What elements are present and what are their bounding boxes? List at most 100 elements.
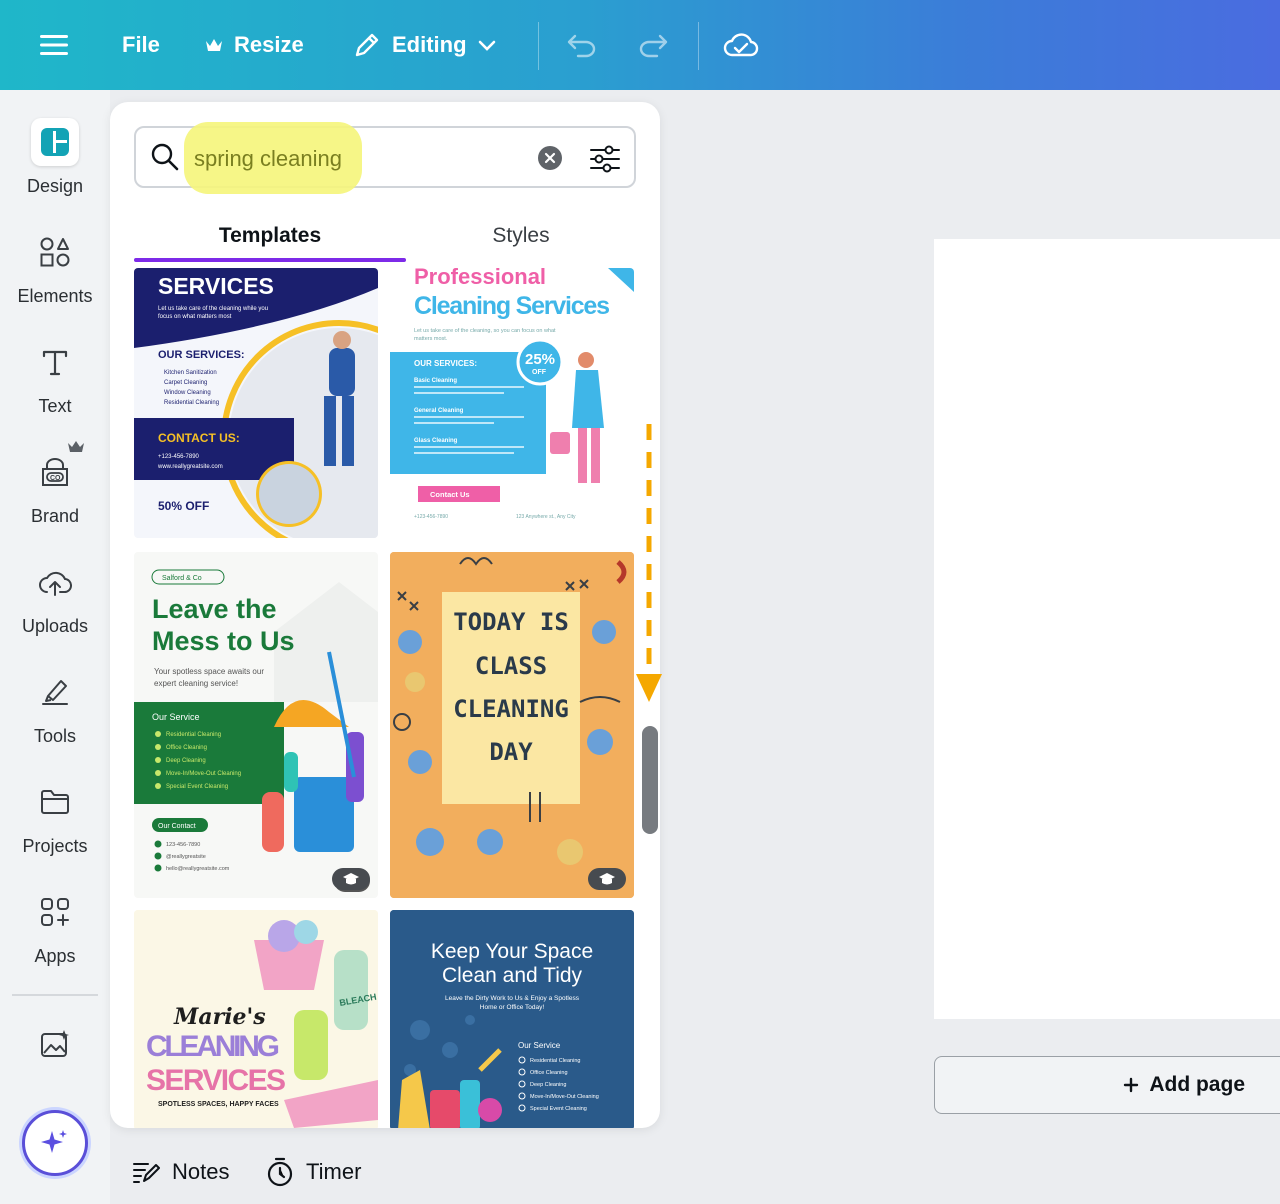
svg-text:SERVICES: SERVICES xyxy=(146,1064,286,1097)
sidebar-item-design[interactable]: Design xyxy=(0,118,110,197)
svg-text:Kitchen Sanitization: Kitchen Sanitization xyxy=(164,370,217,376)
panel-scrollbar-thumb[interactable] xyxy=(642,726,658,834)
text-icon xyxy=(42,350,68,376)
svg-text:@reallygreatsite: @reallygreatsite xyxy=(166,854,206,860)
add-page-label: Add page xyxy=(1149,1073,1245,1096)
elements-icon xyxy=(40,237,70,267)
cloud-save-status-button[interactable] xyxy=(723,0,759,90)
svg-text:+123-456-7890: +123-456-7890 xyxy=(158,454,200,460)
svg-text:Cleaning Services: Cleaning Services xyxy=(414,292,610,320)
sidebar-item-brand[interactable]: CO Brand xyxy=(0,441,110,527)
template-card[interactable]: BLEACH Marie's CLEANING SERVICES SPOTLES… xyxy=(134,910,378,1128)
template-card[interactable]: Salford & Co Leave the Mess to Us Your s… xyxy=(134,552,378,898)
sidebar-item-apps[interactable]: Apps xyxy=(0,888,110,967)
svg-text:OUR SERVICES:: OUR SERVICES: xyxy=(414,359,477,368)
svg-text:matters most.: matters most. xyxy=(414,336,448,342)
design-page-canvas[interactable] xyxy=(934,239,1280,1019)
top-toolbar: File Resize Editing xyxy=(0,0,1280,90)
svg-text:Home or Office Today!: Home or Office Today! xyxy=(480,1004,545,1011)
svg-text:focus on what matters most: focus on what matters most xyxy=(158,314,232,320)
svg-text:50% OFF: 50% OFF xyxy=(158,499,209,513)
search-input[interactable] xyxy=(194,142,514,176)
file-menu-button[interactable]: File xyxy=(122,0,160,90)
sidebar-item-tools[interactable]: Tools xyxy=(0,668,110,747)
undo-button[interactable] xyxy=(566,0,598,90)
add-page-button[interactable]: Add page xyxy=(934,1056,1280,1114)
svg-text:Residential Cleaning: Residential Cleaning xyxy=(166,732,221,738)
premium-badge xyxy=(332,868,370,890)
svg-text:Salford & Co: Salford & Co xyxy=(162,575,202,582)
svg-text:Residential Cleaning: Residential Cleaning xyxy=(530,1058,580,1064)
svg-text:Office Cleaning: Office Cleaning xyxy=(530,1070,568,1076)
scroll-down-arrow-annotation xyxy=(636,424,662,702)
svg-text:OFF: OFF xyxy=(532,369,547,376)
svg-text:TODAY IS: TODAY IS xyxy=(453,608,569,636)
clear-search-button[interactable] xyxy=(538,146,562,170)
svg-text:Mess to Us: Mess to Us xyxy=(152,626,295,656)
template-card[interactable]: Keep Your Space Clean and Tidy Leave the… xyxy=(390,910,634,1128)
panel-tabs: Templates Styles xyxy=(134,210,636,262)
timer-button[interactable]: Timer xyxy=(266,1152,361,1192)
svg-text:Marie's: Marie's xyxy=(173,1004,266,1030)
svg-text:Our Service: Our Service xyxy=(518,1041,561,1050)
resize-button[interactable]: Resize xyxy=(204,0,304,90)
template-card[interactable]: Professional Cleaning Services Let us ta… xyxy=(390,268,634,538)
template-thumbnail: SERVICES Let us take care of the cleanin… xyxy=(134,268,378,538)
svg-text:+123-456-7890: +123-456-7890 xyxy=(414,514,448,520)
sidebar-item-label: Projects xyxy=(22,836,88,856)
svg-text:Professional: Professional xyxy=(414,268,546,289)
active-tab-indicator xyxy=(134,258,406,262)
tab-label: Templates xyxy=(218,224,322,247)
sidebar-item-magic-media[interactable] xyxy=(0,1020,110,1068)
svg-text:Special Event Cleaning: Special Event Cleaning xyxy=(530,1106,587,1112)
stopwatch-icon xyxy=(267,1157,293,1187)
sidebar-item-label: Brand xyxy=(30,506,80,526)
brand-icon: CO xyxy=(42,458,68,486)
template-grid: SERVICES Let us take care of the cleanin… xyxy=(134,268,636,1128)
graduation-cap-icon xyxy=(599,873,615,885)
sidebar-item-label: Text xyxy=(38,396,72,416)
template-thumbnail: Professional Cleaning Services Let us ta… xyxy=(390,268,634,538)
svg-text:CLASS: CLASS xyxy=(475,652,547,680)
svg-text:Our Contact: Our Contact xyxy=(158,823,196,830)
svg-text:Special Event Cleaning: Special Event Cleaning xyxy=(166,784,228,790)
sidebar-item-projects[interactable]: Projects xyxy=(0,778,110,857)
sidebar-item-uploads[interactable]: Uploads xyxy=(0,558,110,637)
filter-sliders-icon xyxy=(590,145,620,173)
template-card[interactable]: SERVICES Let us take care of the cleanin… xyxy=(134,268,378,538)
sidebar-item-label: Uploads xyxy=(21,616,89,636)
editing-mode-dropdown[interactable]: Editing xyxy=(352,0,497,90)
svg-text:Glass Cleaning: Glass Cleaning xyxy=(414,438,458,444)
svg-text:Your spotless space awaits our: Your spotless space awaits our xyxy=(154,667,264,676)
template-thumbnail: TODAY IS CLASS CLEANING DAY xyxy=(390,552,634,898)
magic-assistant-button[interactable] xyxy=(22,1110,88,1176)
template-card[interactable]: TODAY IS CLASS CLEANING DAY xyxy=(390,552,634,898)
redo-button[interactable] xyxy=(637,0,669,90)
timer-label: Timer xyxy=(306,1159,362,1184)
tab-templates[interactable]: Templates xyxy=(134,210,406,262)
search-icon xyxy=(151,143,179,171)
pencil-icon xyxy=(355,33,379,57)
crown-icon xyxy=(68,441,84,452)
sidebar-item-text[interactable]: Text xyxy=(0,338,110,417)
svg-text:Office Cleaning: Office Cleaning xyxy=(166,745,207,751)
main-menu-button[interactable] xyxy=(40,0,68,90)
svg-text:hello@reallygreatsite.com: hello@reallygreatsite.com xyxy=(166,866,230,872)
tab-styles[interactable]: Styles xyxy=(406,210,636,262)
svg-text:Leave the Dirty Work to Us & E: Leave the Dirty Work to Us & Enjoy a Spo… xyxy=(445,995,580,1002)
search-box xyxy=(134,122,636,194)
folder-icon xyxy=(41,790,69,814)
svg-text:Carpet Cleaning: Carpet Cleaning xyxy=(164,380,207,386)
svg-text:Deep Cleaning: Deep Cleaning xyxy=(166,758,206,764)
sidebar-item-label: Tools xyxy=(33,726,77,746)
notes-button[interactable]: Notes xyxy=(132,1152,229,1192)
tab-label: Styles xyxy=(492,224,550,247)
svg-text:Leave the: Leave the xyxy=(152,594,277,624)
sidebar-item-elements[interactable]: Elements xyxy=(0,228,110,307)
filter-button[interactable] xyxy=(588,142,622,176)
svg-text:Clean and Tidy: Clean and Tidy xyxy=(442,964,583,987)
design-icon xyxy=(41,128,69,156)
svg-text:Move-In/Move-Out Cleaning: Move-In/Move-Out Cleaning xyxy=(166,771,241,777)
template-thumbnail: Keep Your Space Clean and Tidy Leave the… xyxy=(390,910,634,1128)
left-sidebar: Design Elements Text CO Brand Uploads To… xyxy=(0,90,110,1204)
